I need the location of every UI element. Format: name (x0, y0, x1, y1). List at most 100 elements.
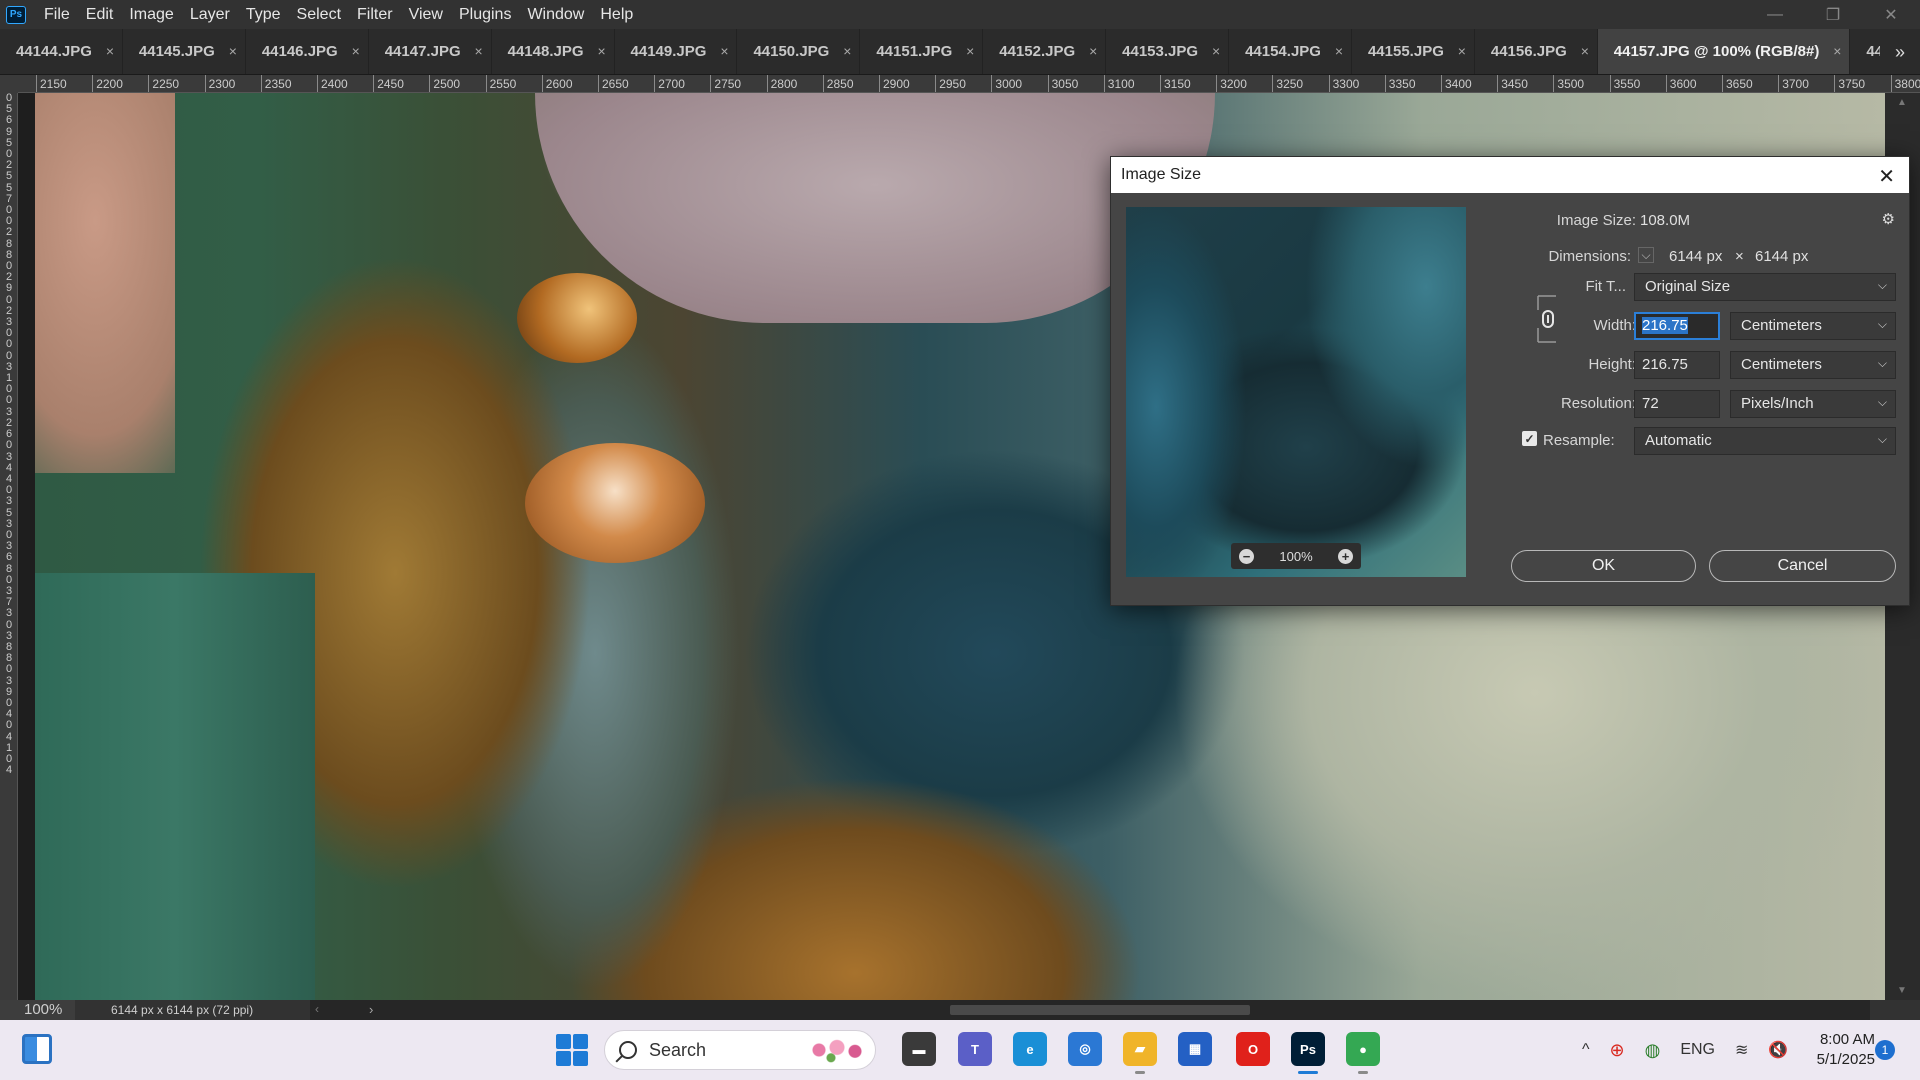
vpn-icon[interactable]: ⊕ (1610, 1040, 1625, 1061)
close-tab-icon[interactable]: × (1331, 43, 1347, 59)
close-tab-icon[interactable]: × (1454, 43, 1470, 59)
folder-icon[interactable]: ▰ (1123, 1032, 1157, 1074)
tab-document[interactable]: 44155.JPG × (1352, 29, 1475, 74)
resample-checkbox[interactable]: ✓ (1522, 431, 1537, 446)
dimensions-dropdown-icon[interactable]: ⌵ (1638, 247, 1654, 263)
close-tab-icon[interactable]: × (102, 43, 118, 59)
menu-layer[interactable]: Layer (182, 0, 238, 29)
tab-document[interactable]: 44151.JPG × (860, 29, 984, 74)
tab-document[interactable]: 44149.JPG × (615, 29, 738, 74)
snipping-icon[interactable]: ◎ (1068, 1032, 1102, 1066)
globe-icon[interactable]: ◍ (1645, 1040, 1661, 1061)
ruler-left[interactable]: 0569502557002880290230003100326034403530… (0, 93, 18, 1000)
close-tab-icon[interactable]: × (225, 43, 241, 59)
scroll-left-icon[interactable]: ‹ (315, 1002, 319, 1016)
notification-badge[interactable]: 1 (1875, 1040, 1895, 1060)
menu-type[interactable]: Type (238, 0, 289, 29)
teams-icon[interactable]: T (958, 1032, 992, 1066)
menu-edit[interactable]: Edit (78, 0, 122, 29)
tab-document[interactable]: 44150.JPG × (737, 29, 861, 74)
close-tab-icon[interactable]: × (471, 43, 487, 59)
tab-overflow-icon[interactable]: » (1880, 29, 1920, 74)
volume-muted-icon[interactable]: 🔇 (1768, 1040, 1788, 1060)
cancel-button[interactable]: Cancel (1709, 550, 1896, 582)
close-tab-icon[interactable]: × (348, 43, 364, 59)
scroll-up-icon[interactable]: ▲ (1897, 97, 1907, 108)
window-controls: — ❐ ✕ (1746, 0, 1920, 29)
restore-button[interactable]: ❐ (1804, 0, 1862, 29)
ruler-top[interactable]: 2150 2200 2250 2300 2350 2400 2450 2500 2550 2600… (0, 75, 1920, 93)
tab-active-document[interactable]: 44157.JPG @ 100% (RGB/8#) × (1597, 29, 1851, 74)
edge-icon[interactable]: e (1013, 1032, 1047, 1066)
zoom-in-icon[interactable]: + (1338, 548, 1353, 564)
ruler-digit: 0 (5, 663, 13, 676)
store-icon[interactable]: ▦ (1178, 1032, 1212, 1066)
minimize-button[interactable]: — (1746, 0, 1804, 29)
tab-document[interactable]: 44154.JPG × (1229, 29, 1352, 74)
tab-document[interactable]: 44152.JPG × (983, 29, 1107, 74)
tab-document[interactable]: 44148.JPG × (492, 29, 615, 74)
document-info: 6144 px x 6144 px (72 ppi) (111, 1003, 254, 1017)
resolution-unit-select[interactable]: Pixels/Inch ⌵ (1730, 390, 1896, 418)
ruler-label: 3500 (1557, 77, 1585, 91)
close-tab-icon[interactable]: × (716, 43, 732, 59)
tab-document[interactable]: 44146.JPG × (246, 29, 369, 74)
menu-filter[interactable]: Filter (349, 0, 401, 29)
start-button[interactable] (556, 1034, 588, 1066)
tab-label: 44146.JPG (261, 42, 338, 60)
width-unit-select[interactable]: Centimeters ⌵ (1730, 312, 1896, 340)
tab-document[interactable]: 44153.JPG × (1106, 29, 1230, 74)
menu-plugins[interactable]: Plugins (451, 0, 519, 29)
close-tab-icon[interactable]: × (1208, 43, 1224, 59)
close-tab-icon[interactable]: × (1085, 43, 1101, 59)
resolution-input[interactable]: 72 (1634, 390, 1720, 418)
taskbar-search[interactable]: Search (604, 1030, 876, 1070)
width-input[interactable]: 216.75 (1634, 312, 1720, 340)
tab-document[interactable]: 44144.JPG × (0, 29, 123, 74)
close-tab-icon[interactable]: × (962, 43, 978, 59)
ruler-label: 2750 (714, 77, 742, 91)
constrain-proportions-link-icon[interactable] (1536, 294, 1560, 344)
ok-button[interactable]: OK (1511, 550, 1696, 582)
fit-to-select[interactable]: Original Size ⌵ (1634, 273, 1896, 301)
tab-document[interactable]: 44145.JPG × (123, 29, 246, 74)
chrome-icon[interactable]: ● (1346, 1032, 1380, 1074)
opera-icon[interactable]: O (1236, 1032, 1270, 1066)
close-tab-icon[interactable]: × (594, 43, 610, 59)
tab-document[interactable]: 44156.JPG × (1475, 29, 1598, 74)
menu-view[interactable]: View (401, 0, 451, 29)
menu-image[interactable]: Image (121, 0, 181, 29)
ruler-tick (654, 75, 656, 92)
wifi-icon[interactable]: ≋ (1735, 1040, 1748, 1060)
dialog-titlebar: Image Size ✕ (1111, 157, 1909, 193)
widgets-icon[interactable] (22, 1034, 52, 1064)
close-window-button[interactable]: ✕ (1862, 0, 1920, 29)
close-tab-icon[interactable]: × (1577, 43, 1593, 59)
file-explorer-dark-icon[interactable]: ▬ (902, 1032, 936, 1066)
close-tab-icon[interactable]: × (839, 43, 855, 59)
horizontal-scrollbar[interactable]: ‹ (310, 1000, 1870, 1020)
show-hidden-icons-chevron-icon[interactable]: ^ (1582, 1041, 1590, 1059)
image-preview[interactable]: − 100% + (1126, 207, 1466, 577)
image-size-dialog: Image Size ✕ − 100% + Image Size: 108.0M… (1110, 156, 1910, 606)
height-unit-select[interactable]: Centimeters ⌵ (1730, 351, 1896, 379)
status-menu-arrow-icon[interactable]: › (369, 1002, 373, 1017)
close-icon[interactable]: ✕ (1878, 164, 1895, 189)
gear-icon[interactable]: ⚙ (1882, 210, 1895, 228)
tab-document[interactable]: 44147.JPG × (369, 29, 492, 74)
menu-select[interactable]: Select (289, 0, 349, 29)
menu-help[interactable]: Help (592, 0, 641, 29)
ruler-label: 2900 (883, 77, 910, 91)
height-input[interactable]: 216.75 (1634, 351, 1720, 379)
zoom-out-icon[interactable]: − (1239, 548, 1254, 564)
scroll-down-icon[interactable]: ▼ (1897, 985, 1907, 996)
zoom-level-field[interactable]: 100% (0, 1000, 75, 1020)
photoshop-icon[interactable]: Ps (1291, 1032, 1325, 1074)
language-indicator[interactable]: ENG (1680, 1041, 1715, 1059)
menu-file[interactable]: File (36, 0, 78, 29)
close-tab-icon[interactable]: × (1829, 43, 1845, 59)
menu-window[interactable]: Window (519, 0, 592, 29)
resample-select[interactable]: Automatic ⌵ (1634, 427, 1896, 455)
chevron-down-icon: ⌵ (1877, 395, 1887, 409)
scrollbar-thumb[interactable] (950, 1005, 1250, 1015)
